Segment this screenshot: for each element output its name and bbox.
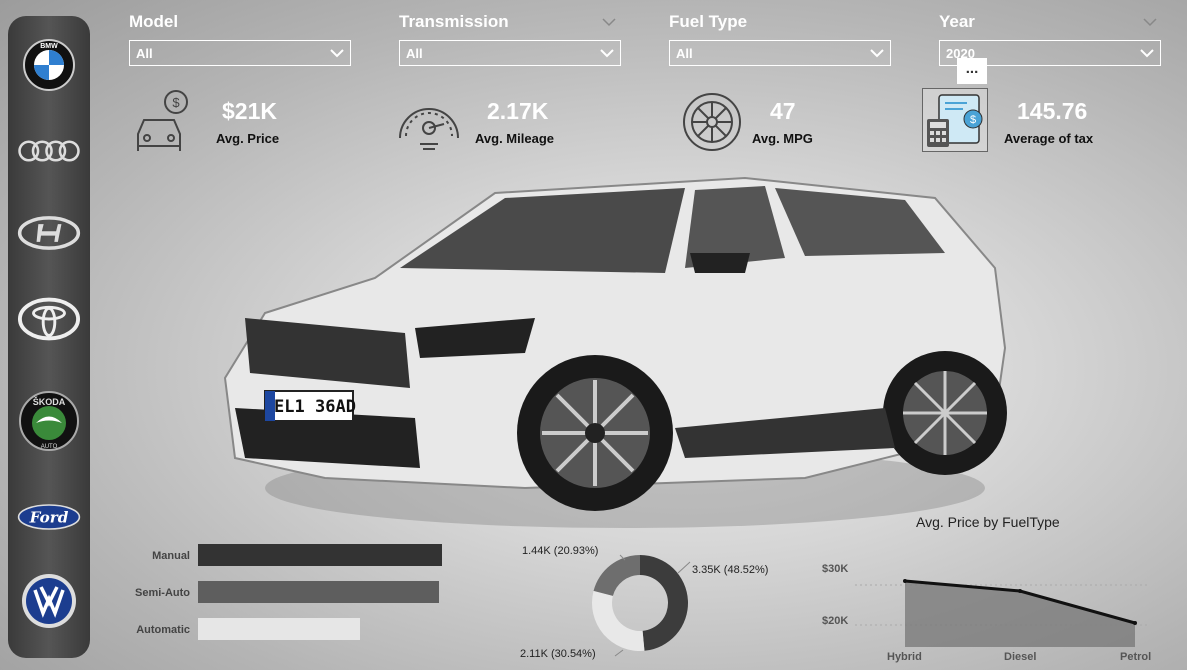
audi-logo-icon[interactable] (17, 122, 81, 180)
xtick-diesel: Diesel (1004, 651, 1037, 663)
svg-text:ŠKODA: ŠKODA (33, 396, 66, 407)
bar-automatic[interactable] (198, 618, 361, 640)
bar-label-manual: Manual (152, 550, 190, 562)
transmission-dropdown-value: All (406, 45, 423, 61)
model-dropdown[interactable]: All (129, 40, 351, 66)
area-point-diesel[interactable] (1018, 589, 1022, 593)
donut-slice-0[interactable] (640, 555, 688, 651)
fuel-share-donut-chart: 3.35K (48.52%) 2.11K (30.54%) 1.44K (20.… (515, 540, 768, 665)
donut-label-0: 3.35K (48.52%) (692, 564, 769, 576)
kpi-avg-price-caption: Avg. Price (216, 131, 280, 146)
kpi-avg-mileage-value: 2.17K (487, 98, 549, 124)
model-slicer-label: Model (129, 12, 179, 31)
kpi-average-tax-value: 145.76 (1017, 98, 1088, 124)
transmission-expand-icon[interactable] (602, 14, 616, 32)
area-point-hybrid[interactable] (903, 579, 907, 583)
fuel-type-dropdown[interactable]: All (669, 40, 891, 66)
avg-price-by-fueltype-chart: Avg. Price by FuelType $30K $20K Hybrid … (810, 512, 1160, 667)
bmw-logo-icon[interactable]: BMW (17, 36, 81, 94)
bar-label-automatic: Automatic (136, 624, 190, 636)
chevron-down-icon (600, 46, 614, 61)
transmission-dropdown[interactable]: All (399, 40, 621, 66)
kpi-avg-price-value: $21K (222, 98, 277, 124)
kpi-avg-price: $ $21K Avg. Price (134, 88, 314, 158)
donut-label-1: 2.11K (30.54%) (520, 648, 596, 660)
svg-text:$: $ (970, 114, 976, 126)
kpi-avg-mpg-value: 47 (770, 98, 796, 124)
wheel-icon (682, 92, 742, 157)
donut-label-2: 1.44K (20.93%) (522, 545, 599, 557)
svg-text:AUTO: AUTO (41, 444, 58, 450)
svg-text:BMW: BMW (40, 43, 58, 50)
donut-slice-2[interactable] (593, 555, 640, 596)
bar-semi-auto[interactable] (198, 581, 440, 603)
kpi-avg-mileage: 2.17K Avg. Mileage (394, 88, 594, 158)
year-slicer-label: Year (939, 12, 975, 31)
car-image: EL1 36AD (205, 158, 1025, 553)
donut-leader-0 (677, 561, 691, 574)
kpi-avg-mpg: 47 Avg. MPG (682, 88, 862, 158)
hyundai-logo-icon[interactable] (17, 204, 81, 262)
xtick-hybrid: Hybrid (887, 651, 922, 663)
kpi-avg-mpg-caption: Avg. MPG (752, 131, 813, 146)
bar-label-semi-auto: Semi-Auto (135, 587, 190, 599)
model-slicer: Model All (129, 12, 351, 66)
skoda-logo-icon[interactable]: ŠKODA AUTO (17, 391, 81, 451)
kpi-avg-mileage-caption: Avg. Mileage (475, 131, 554, 146)
fuel-type-dropdown-value: All (676, 45, 693, 61)
license-plate: EL1 36AD (274, 397, 356, 417)
svg-text:Ford: Ford (29, 509, 69, 527)
chevron-down-icon (1140, 46, 1154, 61)
volkswagen-logo-icon[interactable] (17, 572, 81, 630)
transmission-slicer-label: Transmission (399, 12, 509, 31)
ford-logo-icon[interactable]: Ford (17, 488, 81, 546)
donut-leader-1 (614, 649, 624, 657)
speedometer-icon (394, 88, 464, 159)
bar-manual[interactable] (198, 544, 442, 566)
chevron-down-icon (330, 46, 344, 61)
year-expand-icon[interactable] (1143, 14, 1157, 32)
svg-text:$: $ (172, 95, 180, 110)
tax-calculator-icon: $ (922, 88, 988, 152)
model-dropdown-value: All (136, 45, 153, 61)
transmission-bar-chart: Manual Semi-Auto Automatic (100, 540, 460, 650)
fuel-type-slicer-label: Fuel Type (669, 12, 748, 31)
kpi-average-tax-caption: Average of tax (1004, 131, 1094, 146)
brand-sidebar: BMW ŠKODA AUTO Ford (8, 16, 90, 658)
toyota-logo-icon[interactable] (17, 290, 81, 348)
car-price-icon: $ (134, 88, 196, 157)
donut-slice-1[interactable] (592, 590, 645, 651)
more-options-button[interactable]: ... (957, 58, 987, 84)
chevron-down-icon (870, 46, 884, 61)
fuel-type-slicer: Fuel Type All (669, 12, 891, 66)
xtick-petrol: Petrol (1120, 651, 1152, 663)
transmission-slicer: Transmission All (399, 12, 621, 66)
area-point-petrol[interactable] (1133, 621, 1137, 625)
kpi-average-tax: $ 145.76 Average of tax (922, 88, 1122, 158)
